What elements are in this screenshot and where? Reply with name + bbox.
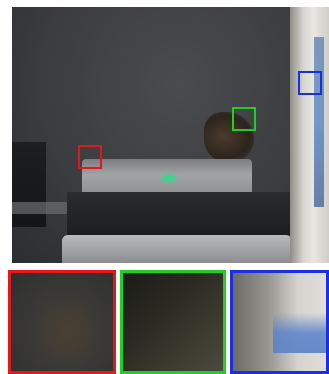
zoom-panel-red — [8, 270, 116, 374]
main-photo — [12, 7, 329, 263]
monitor-left — [12, 202, 72, 214]
zoom-marker-green — [232, 107, 256, 131]
zoom-marker-blue — [298, 71, 322, 95]
shelf-left — [12, 142, 46, 227]
zoom-blue-accent — [273, 313, 326, 353]
blue-object-edge — [314, 37, 324, 207]
zoom-panel-green — [120, 270, 226, 374]
printer-body — [67, 192, 290, 237]
status-light — [162, 175, 176, 181]
zoom-panel-blue — [230, 270, 329, 374]
printer-tray — [62, 235, 292, 263]
zoom-marker-red — [78, 145, 102, 169]
